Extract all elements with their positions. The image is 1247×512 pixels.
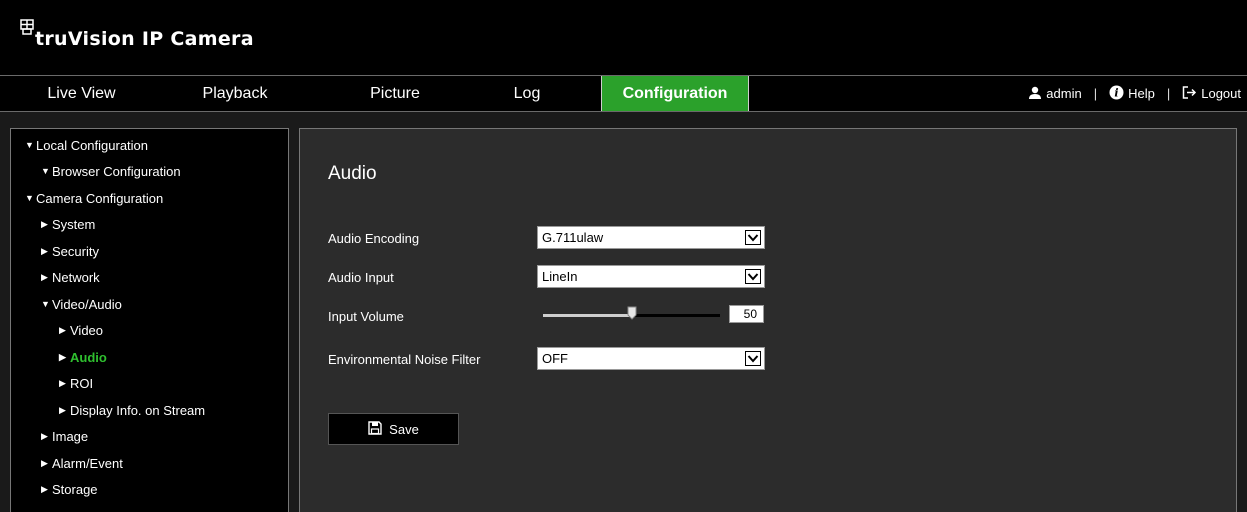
- sidebar-item-label: Network: [52, 269, 100, 285]
- brand-name: truVision IP Camera: [35, 28, 254, 50]
- sidebar-item-browser-configuration[interactable]: ▼ Browser Configuration: [11, 161, 181, 181]
- audio-encoding-label: Audio Encoding: [328, 231, 420, 246]
- sidebar-item-label: Audio: [70, 349, 107, 365]
- input-volume-label: Input Volume: [328, 309, 404, 324]
- floppy-disk-icon: [368, 420, 382, 438]
- dropdown-arrow-icon: [745, 269, 761, 284]
- collapsed-arrow-icon: ▶: [59, 324, 66, 335]
- audio-input-value: LineIn: [542, 269, 578, 284]
- collapsed-arrow-icon: ▶: [41, 245, 48, 256]
- expanded-arrow-icon: ▼: [41, 166, 50, 176]
- sidebar-item-security[interactable]: ▶ Security: [11, 241, 99, 261]
- save-button[interactable]: Save: [328, 413, 459, 445]
- collapsed-arrow-icon: ▶: [41, 430, 48, 441]
- collapsed-arrow-icon: ▶: [41, 483, 48, 494]
- username-label: admin: [1046, 86, 1082, 101]
- sidebar-item-local-configuration[interactable]: ▼ Local Configuration: [11, 135, 148, 155]
- logout-label: Logout: [1201, 86, 1241, 101]
- separator: |: [1166, 86, 1171, 101]
- sidebar-item-alarm-event[interactable]: ▶ Alarm/Event: [11, 453, 123, 473]
- logo-mark-icon: [20, 19, 34, 35]
- brand-logo: truVision IP Camera: [20, 18, 254, 50]
- sidebar-item-label: ROI: [70, 375, 94, 391]
- input-volume-value[interactable]: 50: [729, 305, 764, 323]
- sidebar-item-network[interactable]: ▶ Network: [11, 267, 100, 287]
- tab-playback[interactable]: Playback: [160, 76, 310, 111]
- audio-settings-panel: Audio Audio Encoding G.711ulaw Audio Inp…: [299, 128, 1237, 512]
- main-nav: Live View Playback Picture Log Configura…: [0, 75, 1247, 112]
- noise-filter-label: Environmental Noise Filter: [328, 352, 481, 367]
- sidebar-item-label: Alarm/Event: [52, 455, 123, 471]
- input-volume-slider-handle[interactable]: [627, 306, 637, 320]
- tab-log[interactable]: Log: [452, 76, 602, 111]
- user-menu[interactable]: admin: [1028, 86, 1082, 102]
- dropdown-arrow-icon: [745, 230, 761, 245]
- collapsed-arrow-icon: ▶: [41, 218, 48, 229]
- sidebar-item-label: System: [52, 216, 96, 232]
- sidebar-item-system[interactable]: ▶ System: [11, 214, 95, 234]
- sidebar-item-label: Camera Configuration: [36, 190, 164, 206]
- logout-link[interactable]: Logout: [1182, 85, 1241, 102]
- user-area: admin | i Help | Logout: [1028, 76, 1241, 111]
- tab-configuration[interactable]: Configuration: [601, 76, 749, 111]
- sidebar-item-label: Image: [52, 428, 89, 444]
- audio-encoding-select[interactable]: G.711ulaw: [537, 226, 765, 249]
- expanded-arrow-icon: ▼: [41, 299, 50, 309]
- expanded-arrow-icon: ▼: [25, 193, 34, 203]
- audio-encoding-value: G.711ulaw: [542, 230, 604, 245]
- noise-filter-select[interactable]: OFF: [537, 347, 765, 370]
- sidebar-item-label: Storage: [52, 481, 98, 497]
- page-title: Audio: [328, 163, 377, 184]
- collapsed-arrow-icon: ▶: [41, 271, 48, 282]
- expanded-arrow-icon: ▼: [25, 140, 34, 150]
- user-icon: [1028, 86, 1042, 102]
- sidebar-item-image[interactable]: ▶ Image: [11, 426, 88, 446]
- sidebar-item-video-audio[interactable]: ▼ Video/Audio: [11, 294, 122, 314]
- sidebar-item-camera-configuration[interactable]: ▼ Camera Configuration: [11, 188, 163, 208]
- svg-text:i: i: [1115, 86, 1119, 99]
- sidebar-item-video[interactable]: ▶ Video: [11, 320, 103, 340]
- sidebar-item-display-info-on-stream[interactable]: ▶ Display Info. on Stream: [11, 400, 205, 420]
- collapsed-arrow-icon: ▶: [41, 457, 48, 468]
- sidebar-item-label: Display Info. on Stream: [70, 402, 206, 418]
- noise-filter-value: OFF: [542, 351, 568, 366]
- tab-live-view[interactable]: Live View: [10, 76, 153, 111]
- input-volume-slider-fill: [543, 314, 632, 317]
- help-label: Help: [1128, 86, 1155, 101]
- audio-input-select[interactable]: LineIn: [537, 265, 765, 288]
- collapsed-arrow-icon: ▶: [59, 377, 66, 388]
- app-root: truVision IP Camera Live View Playback P…: [0, 0, 1247, 512]
- sidebar-item-label: Local Configuration: [36, 137, 149, 153]
- header: truVision IP Camera: [0, 0, 1247, 75]
- save-label: Save: [389, 421, 419, 437]
- dropdown-arrow-icon: [745, 351, 761, 366]
- sidebar-item-storage[interactable]: ▶ Storage: [11, 479, 98, 499]
- help-link[interactable]: i Help: [1109, 85, 1155, 103]
- sidebar-item-label: Video/Audio: [52, 296, 122, 312]
- sidebar-item-roi[interactable]: ▶ ROI: [11, 373, 93, 393]
- sidebar-item-label: Security: [52, 243, 99, 259]
- config-sidebar: ▼ Local Configuration ▼ Browser Configur…: [10, 128, 289, 512]
- sidebar-item-label: Browser Configuration: [52, 163, 181, 179]
- tab-picture[interactable]: Picture: [320, 76, 470, 111]
- sidebar-item-audio[interactable]: ▶ Audio: [11, 347, 107, 367]
- audio-input-label: Audio Input: [328, 270, 394, 285]
- logout-icon: [1182, 85, 1197, 102]
- sidebar-item-label: Video: [70, 322, 104, 338]
- separator: |: [1093, 86, 1098, 101]
- collapsed-arrow-icon: ▶: [59, 404, 66, 415]
- collapsed-arrow-icon: ▶: [59, 351, 66, 362]
- help-icon: i: [1109, 85, 1124, 103]
